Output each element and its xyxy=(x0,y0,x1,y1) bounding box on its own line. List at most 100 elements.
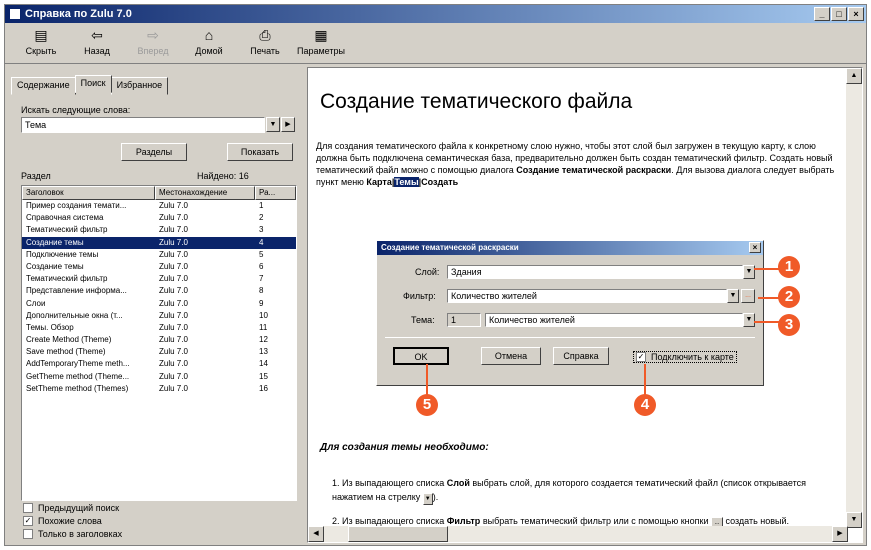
result-title: Тематический фильтр xyxy=(26,225,108,235)
list-item[interactable]: AddTemporaryTheme meth... Zulu 7.0 14 xyxy=(22,358,296,370)
option-titles-only[interactable]: Только в заголовках xyxy=(23,529,122,539)
back-button[interactable]: ⇦ Назад xyxy=(73,24,121,62)
titles-only-checkbox[interactable] xyxy=(23,529,33,539)
option-similar-words[interactable]: ✓ Похожие слова xyxy=(23,516,102,526)
list-item[interactable]: Темы. Обзор Zulu 7.0 11 xyxy=(22,322,296,334)
result-rank: 15 xyxy=(259,371,268,381)
similar-words-checkbox[interactable]: ✓ xyxy=(23,516,33,526)
hide-button[interactable]: ▤ Скрыть xyxy=(17,24,65,62)
result-location: Zulu 7.0 xyxy=(159,322,188,332)
result-title: Create Method (Theme) xyxy=(26,335,112,345)
minimize-button[interactable]: _ xyxy=(814,7,830,21)
column-title[interactable]: Заголовок xyxy=(22,186,155,200)
title-bar: Справка по Zulu 7.0 _ □ × xyxy=(5,5,866,23)
tab-contents[interactable]: Содержание xyxy=(11,77,76,95)
result-title: GetTheme method (Theme... xyxy=(26,371,130,381)
list-item[interactable]: Пример создания темати... Zulu 7.0 1 xyxy=(22,200,296,212)
found-count: Найдено: 16 xyxy=(197,171,249,181)
list-item[interactable]: Create Method (Theme) Zulu 7.0 12 xyxy=(22,334,296,346)
options-label: Параметры xyxy=(297,46,345,56)
previous-search-checkbox[interactable] xyxy=(23,503,33,513)
forward-button[interactable]: ⇨ Вперед xyxy=(129,24,177,62)
filter-dropdown-arrow: ▼ xyxy=(727,289,739,303)
result-rank: 1 xyxy=(259,201,264,210)
menu-path: Карта|Темы|Создать xyxy=(366,177,459,187)
layer-label: Слой: xyxy=(415,267,440,277)
forward-arrow-icon: ⇨ xyxy=(147,27,159,43)
list-item[interactable]: Представление информа... Zulu 7.0 8 xyxy=(22,285,296,297)
dialog-divider xyxy=(385,337,755,338)
navigation-pane: Содержание Поиск Избранное Искать следую… xyxy=(9,67,301,543)
scroll-up-icon[interactable]: ▲ xyxy=(846,68,862,84)
list-item[interactable]: Save method (Theme) Zulu 7.0 13 xyxy=(22,346,296,358)
section-label: Раздел xyxy=(21,171,51,181)
print-button[interactable]: ⎙ Печать xyxy=(241,24,289,62)
print-icon: ⎙ xyxy=(259,27,271,43)
results-list: Заголовок Местонахождение Ра... Пример с… xyxy=(21,185,297,501)
theme-select: Количество жителей xyxy=(485,313,743,327)
result-location: Zulu 7.0 xyxy=(159,359,188,369)
keyword-dropdown-arrow[interactable]: ▼ xyxy=(266,117,280,132)
previous-search-label: Предыдущий поиск xyxy=(38,503,120,513)
similar-words-label: Похожие слова xyxy=(38,516,102,526)
callout-3: 3 xyxy=(778,314,800,336)
list-item[interactable]: Дополнительные окна (т... Zulu 7.0 10 xyxy=(22,310,296,322)
list-item[interactable]: Слои Zulu 7.0 9 xyxy=(22,298,296,310)
scroll-right-icon[interactable]: ▶ xyxy=(832,526,848,542)
tab-favorites[interactable]: Избранное xyxy=(110,77,169,95)
options-button[interactable]: ▦ Параметры xyxy=(297,24,345,62)
list-item[interactable]: Создание темы Zulu 7.0 6 xyxy=(22,261,296,273)
result-location: Zulu 7.0 xyxy=(159,298,188,308)
list-item[interactable]: GetTheme method (Theme... Zulu 7.0 15 xyxy=(22,371,296,383)
result-title: Справочная система xyxy=(26,213,104,223)
topic-title: Создание тематического файла xyxy=(320,90,633,113)
window-title: Справка по Zulu 7.0 xyxy=(25,8,132,20)
result-rank: 4 xyxy=(259,237,264,247)
horizontal-scroll-thumb[interactable] xyxy=(348,526,448,542)
result-rank: 2 xyxy=(259,213,264,223)
forward-label: Вперед xyxy=(137,46,169,56)
callout-line-4 xyxy=(644,364,646,398)
result-rank: 3 xyxy=(259,225,264,235)
print-label: Печать xyxy=(250,46,280,56)
result-rank: 5 xyxy=(259,249,264,259)
results-header: Заголовок Местонахождение Ра... xyxy=(22,186,296,200)
result-location: Zulu 7.0 xyxy=(159,371,188,381)
maximize-button[interactable]: □ xyxy=(831,7,847,21)
result-title: Пример создания темати... xyxy=(26,201,127,210)
operator-menu-arrow[interactable]: ▶ xyxy=(281,117,295,132)
sections-button[interactable]: Разделы xyxy=(121,143,187,161)
result-location: Zulu 7.0 xyxy=(159,225,188,235)
option-previous-search[interactable]: Предыдущий поиск xyxy=(23,503,119,513)
scroll-left-icon[interactable]: ◀ xyxy=(308,526,324,542)
list-item[interactable]: Тематический фильтр Zulu 7.0 7 xyxy=(22,273,296,285)
column-location[interactable]: Местонахождение xyxy=(155,186,255,200)
tab-search[interactable]: Поиск xyxy=(74,75,112,93)
home-icon: ⌂ xyxy=(204,27,214,43)
titles-only-label: Только в заголовках xyxy=(38,529,123,539)
keyword-label: Искать следующие слова: xyxy=(21,105,131,115)
horizontal-scrollbar[interactable]: ◀ ▶ xyxy=(308,526,848,542)
result-rank: 13 xyxy=(259,347,268,357)
vertical-scrollbar[interactable]: ▲ ▼ xyxy=(846,68,862,528)
dialog-screenshot: Создание тематической раскраски × Слой: З… xyxy=(376,240,764,386)
dialog-help-button: Справка xyxy=(553,347,609,365)
steps-heading: Для создания темы необходимо: xyxy=(320,442,489,453)
scroll-down-icon[interactable]: ▼ xyxy=(846,512,862,528)
result-rank: 7 xyxy=(259,274,264,284)
keyword-input[interactable]: Тема xyxy=(21,117,265,133)
list-item[interactable]: Тематический фильтр Zulu 7.0 3 xyxy=(22,224,296,236)
column-rank[interactable]: Ра... xyxy=(255,186,296,200)
dialog-connect-option: ✓ Подключить к карте xyxy=(633,351,737,363)
home-button[interactable]: ⌂ Домой xyxy=(185,24,233,62)
list-item[interactable]: Справочная система Zulu 7.0 2 xyxy=(22,212,296,224)
show-button[interactable]: Показать xyxy=(227,143,293,161)
list-item[interactable]: SetTheme method (Themes) Zulu 7.0 16 xyxy=(22,383,296,395)
close-button[interactable]: × xyxy=(848,7,864,21)
result-title: Представление информа... xyxy=(26,286,127,296)
callout-2: 2 xyxy=(778,286,800,308)
toolbar: ▤ Скрыть ⇦ Назад ⇨ Вперед ⌂ Домой ⎙ Печать ▦ П… xyxy=(5,24,866,64)
list-item[interactable]: Подключение темы Zulu 7.0 5 xyxy=(22,249,296,261)
topic-pane: Создание тематического файла Для создани… xyxy=(307,67,863,543)
list-item[interactable]: Создание темы Zulu 7.0 4 xyxy=(22,236,296,249)
